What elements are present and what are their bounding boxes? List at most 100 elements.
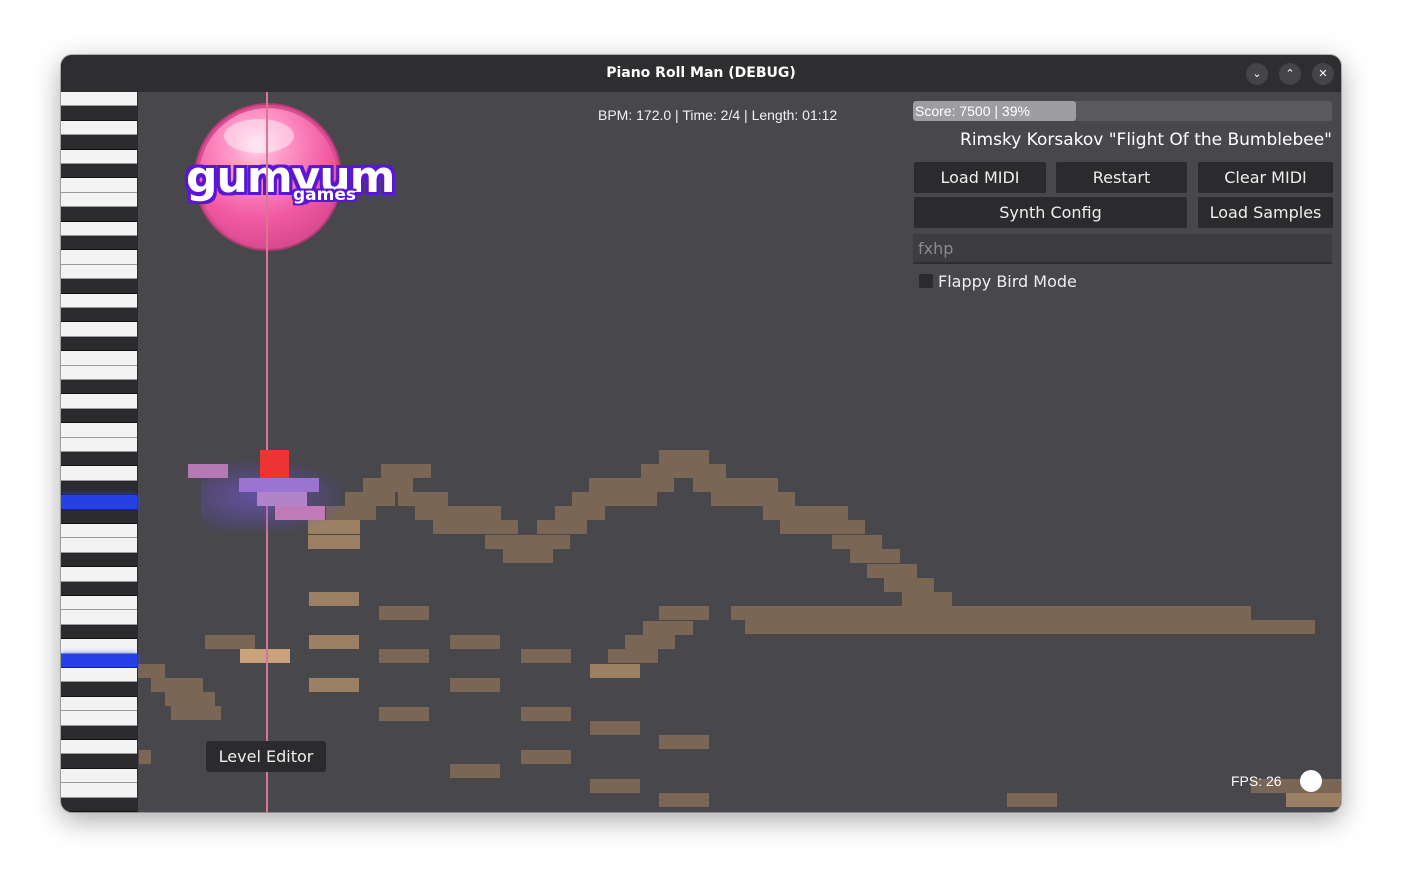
close-icon[interactable]: ✕ — [1312, 63, 1334, 85]
note-block — [1007, 793, 1057, 807]
piano-key-black[interactable] — [61, 336, 137, 352]
note-block — [659, 606, 709, 620]
piano-key-white[interactable] — [61, 740, 137, 755]
piano-key-black[interactable] — [61, 164, 137, 179]
piano-key-white[interactable] — [61, 365, 137, 380]
note-block — [731, 606, 1251, 620]
note-block — [832, 535, 882, 549]
note-block — [867, 564, 917, 578]
piano-key-black[interactable] — [61, 308, 137, 323]
piano-key-white[interactable] — [61, 264, 137, 280]
flappy-bird-checkbox[interactable] — [919, 274, 933, 288]
restart-button[interactable]: Restart — [1056, 162, 1187, 193]
player-block — [260, 450, 289, 478]
piano-key-white[interactable] — [61, 92, 137, 107]
note-block — [590, 664, 640, 678]
note-block — [555, 506, 605, 520]
piano-key-black[interactable] — [61, 624, 137, 640]
piano-key-white[interactable] — [61, 596, 137, 611]
note-block — [798, 506, 848, 520]
note-block — [607, 492, 657, 506]
synth-config-button[interactable]: Synth Config — [914, 197, 1187, 228]
note-block — [625, 635, 675, 649]
game-window: Piano Roll Man (DEBUG) ⌄ ⌃ ✕ gumyum game… — [61, 55, 1341, 812]
title-bar[interactable]: Piano Roll Man (DEBUG) ⌄ ⌃ ✕ — [61, 55, 1341, 93]
piano-key-black[interactable] — [61, 552, 137, 568]
piano-key-white[interactable] — [61, 538, 137, 553]
piano-key-black[interactable] — [61, 279, 137, 294]
piano-key-black[interactable] — [61, 408, 137, 424]
piano-key-white[interactable] — [61, 250, 137, 265]
clear-midi-button[interactable]: Clear MIDI — [1198, 162, 1333, 193]
note-block — [165, 692, 215, 706]
piano-key-white[interactable] — [61, 524, 137, 539]
piano-key-black[interactable] — [61, 380, 137, 395]
piano-key-black[interactable] — [61, 135, 137, 150]
piano-key-white[interactable] — [61, 192, 137, 208]
piano-key-white[interactable] — [61, 293, 137, 308]
piano-key-white[interactable] — [61, 149, 137, 164]
note-block — [309, 678, 359, 692]
piano-key-black[interactable] — [61, 754, 137, 769]
piano-key-white[interactable] — [61, 639, 137, 654]
trail-segment — [188, 464, 228, 478]
window-title: Piano Roll Man (DEBUG) — [606, 65, 796, 81]
chevron-up-icon[interactable]: ⌃ — [1279, 63, 1301, 85]
piano-key-white[interactable] — [61, 768, 137, 784]
note-block — [379, 606, 429, 620]
note-block — [171, 706, 221, 720]
note-block — [139, 750, 151, 764]
piano-key-white[interactable] — [61, 437, 137, 452]
note-block — [624, 478, 674, 492]
piano-key-black[interactable] — [61, 581, 137, 596]
piano-key-white[interactable] — [61, 466, 137, 481]
piano-key-white[interactable] — [61, 178, 137, 193]
note-block — [902, 592, 952, 606]
fps-counter: FPS: 26 — [1231, 773, 1282, 789]
note-block — [520, 535, 570, 549]
piano-key-black[interactable] — [61, 509, 137, 524]
note-block — [919, 606, 969, 620]
note-block — [363, 478, 413, 492]
piano-keyboard[interactable] — [61, 92, 138, 812]
piano-key-active[interactable] — [61, 495, 137, 510]
note-block — [381, 464, 431, 478]
load-samples-button[interactable]: Load Samples — [1198, 197, 1333, 228]
piano-key-white[interactable] — [61, 351, 137, 366]
piano-key-white[interactable] — [61, 120, 137, 136]
chevron-down-icon[interactable]: ⌄ — [1246, 63, 1268, 85]
piano-key-active[interactable] — [61, 653, 137, 668]
piano-key-white[interactable] — [61, 696, 137, 712]
flappy-bird-label[interactable]: Flappy Bird Mode — [938, 272, 1077, 291]
game-canvas[interactable]: gumyum games BPM: 172.0 | Time: 2/4 | Le… — [61, 92, 1341, 812]
piano-key-black[interactable] — [61, 452, 137, 467]
note-block — [659, 793, 709, 807]
piano-key-black[interactable] — [61, 236, 137, 251]
piano-key-white[interactable] — [61, 567, 137, 582]
note-block — [728, 478, 778, 492]
piano-key-white[interactable] — [61, 711, 137, 726]
note-block — [745, 492, 795, 506]
piano-key-white[interactable] — [61, 394, 137, 409]
note-block — [309, 635, 359, 649]
song-title: Rimsky Korsakov "Flight Of the Bumblebee… — [960, 130, 1332, 150]
level-editor-button[interactable]: Level Editor — [206, 741, 326, 772]
note-block — [659, 735, 709, 749]
trail-segment — [239, 478, 319, 492]
piano-key-black[interactable] — [61, 480, 137, 496]
piano-key-white[interactable] — [61, 610, 137, 625]
piano-key-white[interactable] — [61, 423, 137, 438]
piano-key-black[interactable] — [61, 725, 137, 740]
piano-key-white[interactable] — [61, 322, 137, 337]
piano-key-black[interactable] — [61, 682, 137, 697]
load-midi-button[interactable]: Load MIDI — [914, 162, 1046, 193]
song-info: BPM: 172.0 | Time: 2/4 | Length: 01:12 — [598, 107, 838, 123]
piano-key-black[interactable] — [61, 797, 137, 812]
note-block — [450, 635, 500, 649]
piano-key-black[interactable] — [61, 207, 137, 222]
piano-key-white[interactable] — [61, 668, 137, 683]
piano-key-white[interactable] — [61, 783, 137, 798]
text-input-field[interactable]: fxhp — [913, 234, 1332, 264]
piano-key-white[interactable] — [61, 221, 137, 236]
piano-key-black[interactable] — [61, 106, 137, 121]
